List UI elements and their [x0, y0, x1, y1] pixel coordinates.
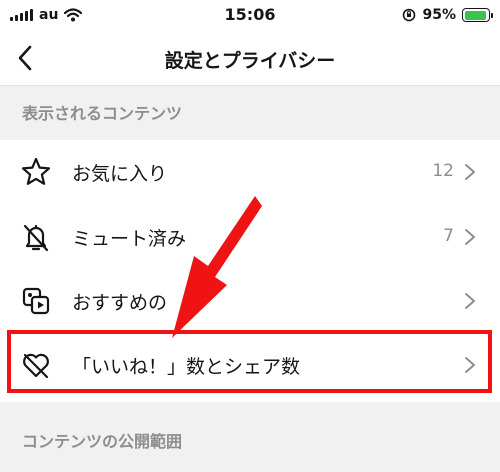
battery-icon: [462, 8, 493, 22]
nav-bar: 設定とプライバシー: [0, 30, 500, 86]
screen: au 15:06 95% 設定とプライバシー 表示されるコンテンツ お気に入り …: [0, 0, 500, 472]
list-item-label: 「いいね！」数とシェア数: [72, 356, 301, 378]
status-right: 95%: [402, 6, 493, 24]
page-title: 設定とプライバシー: [164, 50, 336, 72]
section-header-content-visibility: コンテンツの公開範囲: [22, 432, 183, 451]
list-item-count: 7: [443, 226, 454, 246]
heart-slash-icon: [23, 353, 49, 379]
section-header-displayed-content: 表示されるコンテンツ: [22, 104, 183, 123]
list-item-suggested-content[interactable]: おすすめの: [0, 269, 500, 332]
orientation-lock-icon: [403, 8, 416, 22]
status-bar: au 15:06 95%: [0, 0, 500, 30]
suggested-content-icon: [22, 287, 50, 315]
battery-percent: 95%: [422, 7, 456, 23]
list-item-like-and-share-counts[interactable]: 「いいね！」数とシェア数: [0, 333, 500, 396]
chevron-right-icon: [465, 357, 475, 373]
displayed-content-list: お気に入り 12 ミュート済み 7 おすすめの 「いいね！」数とシェア数: [0, 140, 500, 402]
star-icon: [21, 157, 51, 185]
chevron-right-icon: [465, 293, 475, 309]
chevron-right-icon: [465, 164, 475, 180]
bell-slash-icon: [23, 224, 49, 252]
list-item-label: ミュート済み: [72, 228, 187, 250]
list-item-muted-accounts[interactable]: ミュート済み 7: [0, 205, 500, 268]
chevron-right-icon: [465, 229, 475, 245]
list-item-label: お気に入り: [72, 163, 168, 185]
list-item-count: 12: [432, 161, 454, 181]
battery-level: [464, 10, 487, 20]
list-item-label: おすすめの: [72, 292, 168, 314]
list-item-favorites[interactable]: お気に入り 12: [0, 140, 500, 203]
